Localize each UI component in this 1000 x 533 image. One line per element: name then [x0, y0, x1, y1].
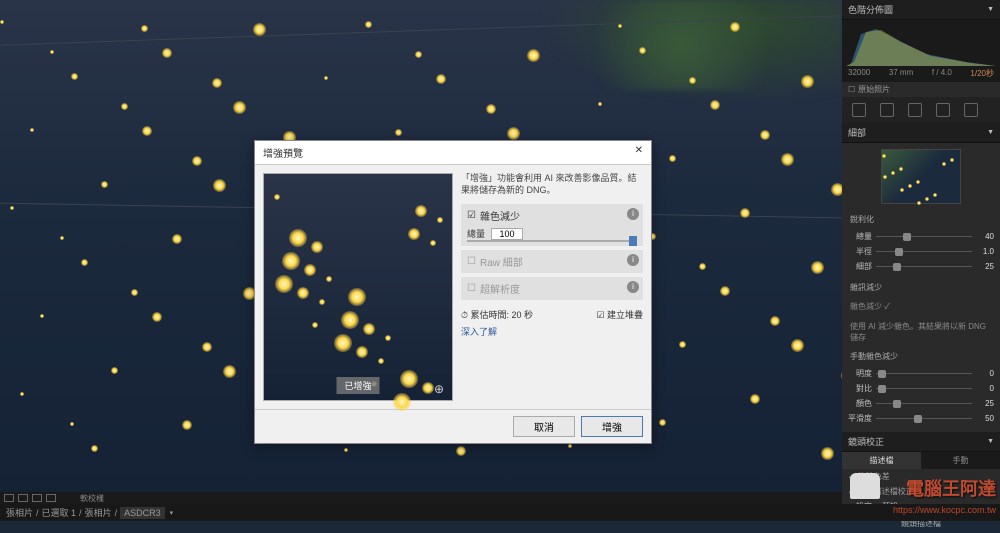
histogram-graph	[846, 24, 996, 66]
raw-detail-checkbox[interactable]: ☐Raw 細部	[467, 254, 637, 269]
info-icon[interactable]: i	[627, 254, 639, 266]
view-mode-icon[interactable]	[4, 494, 14, 502]
checkbox-icon[interactable]: ☐	[848, 85, 855, 94]
info-icon[interactable]: i	[627, 281, 639, 293]
breadcrumb-item[interactable]: 張相片	[85, 506, 112, 519]
preview-badge: 已增強	[336, 377, 379, 394]
breadcrumb-item[interactable]: ASDCR3	[120, 507, 165, 519]
mask-tool-icon[interactable]	[908, 103, 922, 117]
time-estimate: ⏱ 累估時間: 20 秒	[461, 308, 533, 321]
dialog-footer: 取消 增強	[255, 409, 651, 443]
enhance-preview[interactable]: document.write(Array.from({length:25},(_…	[263, 173, 453, 401]
histogram-header[interactable]: 色階分佈圖 ▼	[842, 0, 1000, 20]
lens-tabs: 描述檔 手動	[842, 452, 1000, 469]
cancel-button[interactable]: 取消	[513, 416, 575, 437]
lens-header[interactable]: 鏡頭校正 ▼	[842, 432, 1000, 452]
soft-proof-label[interactable]: 軟校樣	[80, 493, 104, 504]
tool-strip	[842, 97, 1000, 123]
foliage-decoration	[562, 0, 802, 90]
crop-tool-icon[interactable]	[852, 103, 866, 117]
aperture-value: f / 4.0	[932, 68, 952, 79]
sharpen-section-label: 銳利化	[842, 210, 1000, 229]
watermark-avatar	[850, 473, 880, 499]
original-checkbox-row[interactable]: ☐ 原始照片	[842, 82, 1000, 97]
breadcrumb-bar: 張相片/ 已選取 1/ 張相片/ ASDCR3 ▾	[0, 504, 1000, 521]
tab-manual[interactable]: 手動	[921, 452, 1000, 469]
raw-detail-group: ☐Raw 細部 i	[461, 250, 643, 273]
panel-title: 色階分佈圖	[848, 3, 893, 16]
info-icon[interactable]: i	[627, 208, 639, 220]
breadcrumb-item[interactable]: 張相片	[6, 506, 33, 519]
smooth-slider[interactable]: 平滑度50	[842, 411, 1000, 426]
super-res-group: ☐超解析度 i	[461, 277, 643, 300]
luminance-slider[interactable]: 明度0	[842, 366, 1000, 381]
watermark-text: 電腦王阿達	[906, 475, 996, 501]
learn-more-link[interactable]: 深入了解	[461, 325, 497, 338]
view-mode-icon[interactable]	[32, 494, 42, 502]
amount-input[interactable]	[491, 228, 523, 240]
heal-tool-icon[interactable]	[880, 103, 894, 117]
noise-description: 使用 AI 減少雜色。其結果將以新 DNG 儲存	[842, 317, 1000, 347]
view-mode-icon[interactable]	[18, 494, 28, 502]
histogram-panel[interactable]: 32000 37 mm f / 4.0 1/20秒	[842, 20, 1000, 82]
collapse-icon[interactable]: ▼	[987, 6, 994, 13]
detail-header[interactable]: 細部 ▼	[842, 123, 1000, 143]
enhance-dialog: 增強預覽 ✕ document.write(Array.from({length…	[254, 140, 652, 444]
amount-label: 總量	[467, 227, 485, 240]
shutter-value: 1/20秒	[970, 68, 994, 79]
color-slider[interactable]: 顏色25	[842, 396, 1000, 411]
close-icon[interactable]: ✕	[635, 145, 643, 160]
panel-title: 鏡頭校正	[848, 435, 884, 448]
panel-title: 細部	[848, 126, 866, 139]
tab-profile[interactable]: 描述檔	[842, 452, 921, 469]
collapse-icon[interactable]: ▼	[987, 129, 994, 136]
watermark-url: https://www.kocpc.com.tw	[893, 505, 996, 515]
checkbox-label: 原始照片	[858, 84, 890, 95]
redeye-tool-icon[interactable]	[936, 103, 950, 117]
create-stack-checkbox[interactable]: ☑ 建立堆疊	[596, 308, 643, 321]
focal-value: 37 mm	[889, 68, 913, 79]
dialog-description: 「增強」功能會利用 AI 來改善影像品質。結果將儲存為新的 DNG。	[461, 173, 643, 196]
noise-section-label: 雜訊減少	[842, 278, 1000, 297]
manual-noise-label: 手動雜色減少	[842, 347, 1000, 366]
amount-slider[interactable]: 總量40	[842, 229, 1000, 244]
breadcrumb-item[interactable]: 已選取 1	[42, 506, 77, 519]
noise-reduce-group: ☑雜色減少 i 總量	[461, 204, 643, 246]
brush-tool-icon[interactable]	[964, 103, 978, 117]
noise-sub-label: 雜色減少 ✓	[842, 297, 1000, 316]
zoom-icon[interactable]: ⊕	[434, 382, 448, 396]
contrast-slider[interactable]: 對比0	[842, 381, 1000, 396]
super-res-checkbox[interactable]: ☐超解析度	[467, 281, 637, 296]
bottom-toolbar: 軟校樣	[0, 492, 842, 504]
detail-thumbnail[interactable]: document.write(Array.from({length:12},(_…	[881, 149, 961, 204]
dialog-title: 增強預覽	[263, 145, 303, 160]
noise-reduce-checkbox[interactable]: ☑雜色減少	[467, 208, 637, 223]
detail-slider[interactable]: 細部25	[842, 259, 1000, 274]
develop-sidebar: 色階分佈圖 ▼ 32000 37 mm f / 4.0 1/20秒 ☐ 原始照片…	[842, 0, 1000, 521]
amount-slider-track[interactable]	[467, 240, 637, 242]
enhance-button[interactable]: 增強	[581, 416, 643, 437]
collapse-icon[interactable]: ▼	[987, 438, 994, 445]
radius-slider[interactable]: 半徑1.0	[842, 244, 1000, 259]
iso-value: 32000	[848, 68, 870, 79]
view-mode-icon[interactable]	[46, 494, 56, 502]
dialog-titlebar[interactable]: 增強預覽 ✕	[255, 141, 651, 165]
